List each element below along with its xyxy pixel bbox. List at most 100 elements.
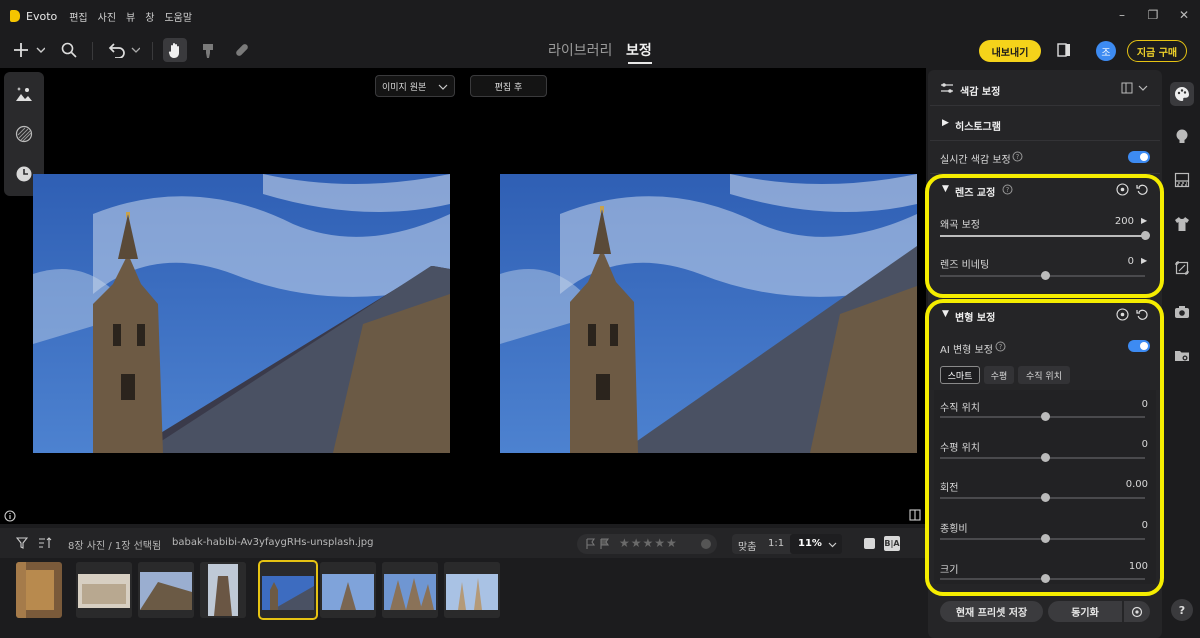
histogram-expand-icon[interactable]: ▶ bbox=[942, 118, 949, 128]
sync-button[interactable]: 동기화 bbox=[1048, 601, 1122, 622]
sync-settings-button[interactable] bbox=[1124, 601, 1150, 622]
filter-icon[interactable] bbox=[15, 537, 29, 552]
thumbnail[interactable] bbox=[76, 562, 132, 618]
star-rating[interactable]: ★★★★★ bbox=[619, 536, 678, 550]
zoom-select[interactable]: 11% bbox=[790, 534, 842, 554]
brush-icon bbox=[203, 44, 213, 58]
auto-adjust-button[interactable] bbox=[4, 74, 44, 114]
thumbnail[interactable] bbox=[382, 562, 438, 618]
tab-edit[interactable]: 보정 bbox=[626, 40, 652, 60]
single-view-icon[interactable] bbox=[864, 538, 875, 549]
gradient-box-icon bbox=[1174, 172, 1190, 188]
menu-view[interactable]: 뷰 bbox=[126, 9, 135, 24]
app-window: Evoto 편집 사진 뷰 창 도움말 – ❐ ✕ 라이브러리 보정 내보내기 … bbox=[0, 0, 1200, 638]
camera-button[interactable] bbox=[1170, 300, 1194, 324]
sliders-icon bbox=[940, 82, 954, 97]
menu-edit[interactable]: 편집 bbox=[69, 9, 87, 24]
color-palette-button[interactable] bbox=[1170, 82, 1194, 106]
crop-icon bbox=[1175, 261, 1189, 275]
hand-icon bbox=[168, 43, 179, 58]
svg-text:?: ? bbox=[1016, 153, 1020, 161]
app-name: Evoto bbox=[26, 9, 58, 23]
rating-bar: ★★★★★ bbox=[577, 534, 717, 554]
camera-icon bbox=[1175, 306, 1189, 318]
panel-toggle-button[interactable] bbox=[1054, 34, 1074, 66]
shirt-icon bbox=[1175, 217, 1189, 231]
panel-divider bbox=[930, 105, 1160, 106]
bandage-icon bbox=[236, 44, 248, 56]
photo-count: 8장 사진 / 1장 선택됨 bbox=[68, 541, 162, 552]
flag-icon[interactable] bbox=[585, 538, 597, 553]
background-button[interactable] bbox=[1170, 168, 1194, 192]
toolbar: 라이브러리 보정 내보내기 조 지금 구매 bbox=[0, 34, 1200, 66]
evoto-logo-icon bbox=[10, 10, 20, 22]
undo-button[interactable] bbox=[104, 34, 142, 66]
menu-bar: Evoto 편집 사진 뷰 창 도움말 bbox=[0, 0, 1200, 32]
help-icon[interactable]: ? bbox=[1012, 151, 1023, 165]
portrait-button[interactable] bbox=[1170, 124, 1194, 148]
texture-button[interactable] bbox=[4, 114, 44, 154]
thumbnail-selected[interactable] bbox=[258, 560, 318, 620]
thumbnail[interactable] bbox=[16, 562, 62, 618]
eraser-tool-button[interactable] bbox=[232, 34, 252, 66]
realtime-toggle[interactable] bbox=[1128, 151, 1150, 163]
before-after-icon[interactable]: B|A bbox=[884, 536, 900, 551]
brush-tool-button[interactable] bbox=[198, 34, 218, 66]
sort-icon[interactable] bbox=[38, 537, 52, 552]
crop-button[interactable] bbox=[1170, 256, 1194, 280]
color-label-dot[interactable] bbox=[701, 539, 711, 549]
toolbar-divider bbox=[92, 42, 93, 60]
view-mode-label: 이미지 원본 bbox=[382, 82, 427, 93]
view-mode-select[interactable]: 이미지 원본 bbox=[375, 75, 455, 97]
active-tab-indicator bbox=[628, 62, 652, 64]
add-button[interactable] bbox=[10, 34, 48, 66]
menu-help[interactable]: 도움말 bbox=[164, 9, 192, 24]
toolbar-divider bbox=[152, 42, 153, 60]
zoom-1to1-button[interactable]: 1:1 bbox=[768, 538, 784, 549]
palette-icon bbox=[1175, 87, 1189, 101]
chevron-down-icon bbox=[438, 84, 448, 90]
search-button[interactable] bbox=[58, 34, 80, 66]
thumbnail[interactable] bbox=[138, 562, 194, 618]
save-preset-button[interactable]: 현재 프리셋 저장 bbox=[940, 601, 1043, 622]
face-icon bbox=[1176, 129, 1188, 143]
plus-icon bbox=[14, 43, 45, 57]
thumbnail[interactable] bbox=[444, 562, 500, 618]
zoom-fit-button[interactable]: 맞춤 bbox=[738, 538, 756, 553]
question-icon: ? bbox=[1171, 599, 1193, 621]
reject-flag-icon[interactable] bbox=[599, 538, 611, 553]
avatar[interactable]: 조 bbox=[1096, 41, 1116, 61]
close-icon[interactable]: ✕ bbox=[1176, 8, 1192, 22]
hatch-circle-icon bbox=[15, 125, 33, 143]
original-photo bbox=[33, 174, 450, 453]
landscape-sparkle-icon bbox=[16, 87, 32, 101]
current-filename: babak-habibi-Av3yfaygRHs-unsplash.jpg bbox=[172, 537, 374, 548]
clothing-button[interactable] bbox=[1170, 212, 1194, 236]
gear-icon bbox=[1131, 606, 1143, 617]
folder-gear-icon bbox=[1175, 351, 1189, 361]
panel-exit-icon bbox=[1057, 43, 1070, 57]
hand-tool-button[interactable] bbox=[163, 38, 187, 62]
zoom-percent: 11% bbox=[798, 538, 822, 549]
preset-folder-button[interactable] bbox=[1170, 344, 1194, 368]
thumbnail[interactable] bbox=[320, 562, 376, 618]
export-button[interactable]: 내보내기 bbox=[979, 40, 1041, 62]
chevron-down-icon bbox=[828, 542, 837, 548]
clock-icon bbox=[16, 166, 32, 182]
menu-photo[interactable]: 사진 bbox=[98, 9, 116, 24]
info-icon[interactable] bbox=[4, 510, 16, 525]
transform-highlight-box bbox=[925, 299, 1164, 596]
thumbnail[interactable] bbox=[200, 562, 246, 618]
histogram-header[interactable]: 히스토그램 bbox=[955, 118, 1001, 133]
after-edit-button[interactable]: 편집 후 bbox=[470, 75, 547, 97]
restore-icon[interactable]: ❐ bbox=[1145, 8, 1161, 22]
buy-now-button[interactable]: 지금 구매 bbox=[1127, 40, 1187, 62]
help-button[interactable]: ? bbox=[1170, 598, 1194, 622]
realtime-label: 실시간 색감 보정 bbox=[940, 155, 1011, 166]
minimize-icon[interactable]: – bbox=[1114, 8, 1130, 22]
tab-library[interactable]: 라이브러리 bbox=[548, 40, 612, 60]
panel-divider bbox=[930, 140, 1160, 141]
layout-toggle-icon[interactable] bbox=[1121, 82, 1149, 97]
split-view-icon[interactable] bbox=[909, 509, 921, 524]
menu-window[interactable]: 창 bbox=[145, 9, 154, 24]
